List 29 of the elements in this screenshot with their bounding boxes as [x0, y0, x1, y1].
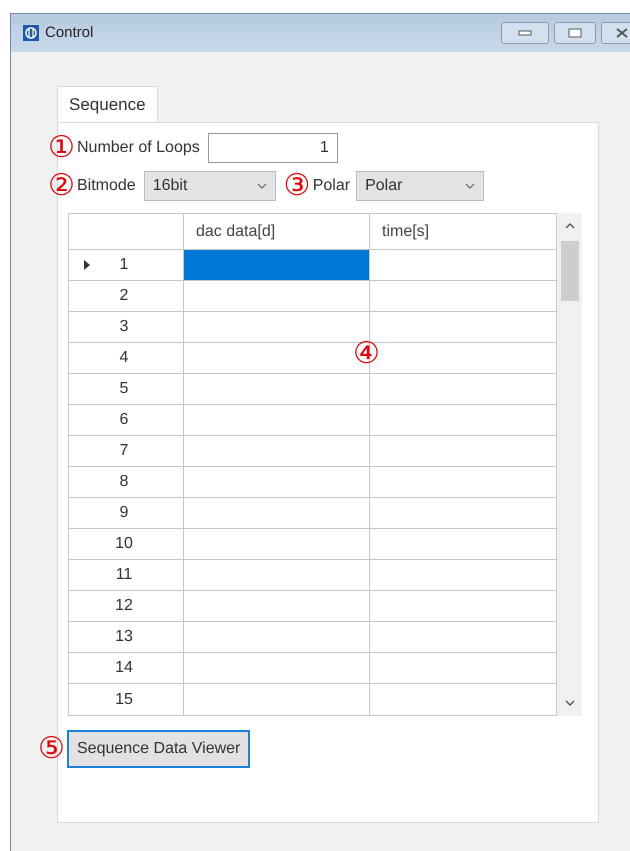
- window-title: Control: [45, 22, 94, 43]
- sequence-data-viewer-button[interactable]: Sequence Data Viewer: [67, 730, 250, 768]
- scroll-down-icon: [564, 700, 574, 706]
- minimize-icon: [518, 30, 532, 36]
- scrollbar-thumb[interactable]: [560, 241, 578, 301]
- selected-cell[interactable]: [184, 250, 370, 280]
- maximize-button[interactable]: [554, 22, 596, 44]
- chevron-down-icon: [465, 183, 476, 189]
- dropdown[interactable]: 16bit: [144, 171, 276, 201]
- field-label: Number of Loops: [77, 138, 200, 158]
- tab[interactable]: Sequence: [57, 86, 158, 122]
- maximize-icon: [568, 28, 582, 38]
- callout-number: ③: [284, 171, 311, 201]
- dropdown[interactable]: Polar: [356, 171, 484, 201]
- scroll-up-icon: [564, 223, 574, 229]
- column-header[interactable]: time[s]: [370, 214, 556, 249]
- minimize-button[interactable]: [501, 22, 549, 44]
- field-label: Bitmode: [77, 176, 136, 196]
- field-label: Polar: [312, 176, 350, 196]
- callout-number: ②: [48, 171, 75, 201]
- callout-number: ④: [353, 337, 380, 370]
- column-header[interactable]: dac data[d]: [184, 214, 370, 249]
- callout-number: ①: [48, 133, 75, 163]
- current-row-icon: [84, 260, 90, 270]
- loops-field[interactable]: 1: [208, 133, 338, 163]
- chevron-down-icon: [256, 183, 267, 189]
- app-icon: [23, 25, 39, 41]
- callout-number: ⑤: [38, 734, 65, 764]
- close-icon: [616, 28, 628, 38]
